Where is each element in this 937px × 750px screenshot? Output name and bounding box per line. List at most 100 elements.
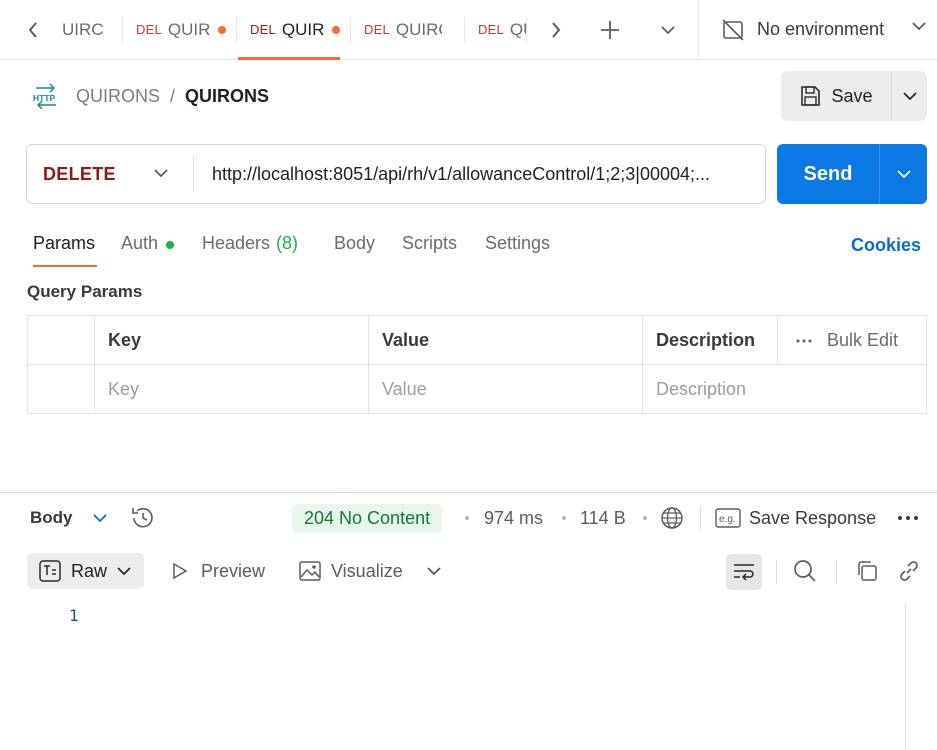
response-time[interactable]: 974 ms bbox=[484, 500, 543, 536]
history-icon bbox=[132, 507, 153, 528]
tab-settings-label: Settings bbox=[485, 233, 551, 253]
response-toolbar: Body 204 No Content 974 ms 114 B e.g. Sa… bbox=[0, 500, 937, 536]
send-button[interactable]: Send bbox=[777, 144, 879, 204]
response-history-button[interactable] bbox=[130, 500, 156, 536]
auth-status-dot-icon bbox=[166, 241, 175, 249]
send-options-button[interactable] bbox=[879, 144, 927, 204]
unsaved-dot-icon bbox=[218, 25, 227, 34]
wrap-lines-icon bbox=[734, 564, 754, 581]
globe-icon bbox=[661, 507, 683, 529]
raw-format-selector[interactable]: Raw bbox=[27, 553, 144, 589]
image-icon bbox=[299, 561, 321, 581]
search-icon bbox=[794, 560, 816, 582]
request-tab-3[interactable]: DEL QUIR bbox=[250, 0, 348, 59]
chevron-down-icon bbox=[154, 169, 168, 178]
tab-headers-label: Headers bbox=[202, 233, 271, 253]
response-body-selector[interactable]: Body bbox=[30, 500, 107, 536]
column-header-description: Description bbox=[656, 330, 756, 350]
status-badge[interactable]: 204 No Content bbox=[292, 503, 443, 533]
request-tab-4[interactable]: DEL QUIRC bbox=[364, 0, 442, 59]
unsaved-dot-icon bbox=[332, 25, 341, 34]
tab-method: DEL bbox=[250, 22, 276, 37]
tab-body-label: Body bbox=[334, 233, 376, 253]
table-header-row: Key Value Description Bulk Edit bbox=[28, 316, 926, 365]
breadcrumb-collection[interactable]: QUIRONS bbox=[76, 86, 160, 107]
line-number: 1 bbox=[69, 606, 79, 625]
wrap-lines-toggle[interactable] bbox=[726, 554, 762, 590]
breadcrumb-request-name[interactable]: QUIRONS bbox=[185, 86, 269, 107]
chevron-right-icon bbox=[552, 21, 561, 38]
tab-list-dropdown-button[interactable] bbox=[644, 0, 692, 59]
response-view-toolbar: Raw Preview Visualize bbox=[0, 553, 937, 591]
copy-response-button[interactable] bbox=[855, 553, 879, 589]
save-options-button[interactable] bbox=[891, 71, 927, 121]
tab-headers[interactable]: Headers (8) bbox=[202, 233, 298, 273]
editor-scrollbar[interactable] bbox=[905, 602, 906, 750]
search-response-button[interactable] bbox=[793, 553, 817, 589]
response-size[interactable]: 114 B bbox=[580, 500, 626, 536]
tab-settings[interactable]: Settings bbox=[485, 233, 550, 273]
method-label: DELETE bbox=[43, 163, 116, 184]
chevron-down-icon bbox=[117, 567, 131, 576]
environment-selector[interactable]: No environment bbox=[698, 0, 937, 59]
save-response-button[interactable]: e.g. Save Response bbox=[715, 500, 876, 536]
breadcrumb-separator: / bbox=[170, 85, 176, 106]
query-params-table: Key Value Description Bulk Edit Key Valu… bbox=[27, 315, 927, 414]
tab-scripts[interactable]: Scripts bbox=[402, 233, 457, 273]
new-tab-button[interactable] bbox=[586, 0, 634, 59]
link-icon bbox=[900, 561, 918, 581]
param-description-input[interactable]: Description bbox=[643, 365, 926, 414]
url-input[interactable]: http://localhost:8051/api/rh/v1/allowanc… bbox=[194, 164, 765, 185]
cookies-link[interactable]: Cookies bbox=[851, 235, 921, 256]
scroll-tabs-left-button[interactable] bbox=[10, 0, 56, 59]
tab-bar: UIRC DEL QUIR DEL QUIR DEL QUIRC DEL QU … bbox=[0, 0, 937, 60]
column-header-value: Value bbox=[382, 330, 430, 350]
request-tab-1[interactable]: UIRC bbox=[62, 0, 120, 59]
request-tab-5[interactable]: DEL QU bbox=[478, 0, 526, 59]
active-tab-indicator bbox=[238, 57, 340, 60]
response-body-editor[interactable]: 1 bbox=[0, 600, 937, 750]
http-icon-label: HTTP bbox=[33, 93, 56, 103]
request-tab-2[interactable]: DEL QUIR bbox=[136, 0, 234, 59]
save-button[interactable]: Save bbox=[781, 71, 891, 121]
tab-title: QUIR bbox=[281, 19, 325, 39]
method-selector[interactable]: DELETE bbox=[27, 145, 193, 203]
plus-icon bbox=[601, 20, 619, 39]
tab-method: DEL bbox=[136, 22, 162, 37]
chevron-down-icon bbox=[896, 170, 911, 179]
active-tab-indicator bbox=[33, 265, 97, 267]
save-response-label: Save Response bbox=[749, 507, 877, 528]
status-badge-wrap: 204 No Content bbox=[292, 500, 443, 536]
visualize-button[interactable]: Visualize bbox=[299, 553, 441, 589]
chevron-down-icon bbox=[427, 567, 441, 576]
more-horizontal-icon bbox=[898, 516, 918, 520]
no-environment-icon bbox=[722, 18, 744, 41]
headers-count: (8) bbox=[276, 233, 299, 253]
tab-auth[interactable]: Auth bbox=[121, 233, 175, 273]
text-format-icon bbox=[39, 560, 61, 582]
param-value-input[interactable]: Value bbox=[369, 365, 643, 414]
scroll-tabs-right-button[interactable] bbox=[534, 0, 578, 59]
preview-button[interactable]: Preview bbox=[172, 553, 265, 589]
tab-title: QUIR bbox=[167, 19, 211, 39]
tab-body[interactable]: Body bbox=[334, 233, 375, 273]
visualize-label: Visualize bbox=[331, 560, 403, 581]
copy-link-button[interactable] bbox=[897, 553, 921, 589]
network-info-button[interactable] bbox=[660, 500, 684, 536]
request-url-bar: DELETE http://localhost:8051/api/rh/v1/a… bbox=[26, 144, 766, 204]
tab-title: UIRC bbox=[62, 19, 104, 39]
environment-label: No environment bbox=[757, 19, 885, 39]
http-icon: HTTP bbox=[33, 83, 56, 109]
chevron-left-icon bbox=[28, 21, 37, 38]
more-horizontal-icon bbox=[796, 338, 812, 343]
copy-icon bbox=[858, 561, 877, 581]
response-pane-divider[interactable] bbox=[0, 492, 937, 493]
tab-params-label: Params bbox=[33, 233, 96, 253]
svg-text:e.g.: e.g. bbox=[719, 514, 736, 525]
tab-method: DEL bbox=[478, 22, 504, 37]
breadcrumb: HTTP QUIRONS / QUIRONS bbox=[32, 72, 269, 120]
tab-params[interactable]: Params bbox=[33, 233, 95, 273]
response-more-button[interactable] bbox=[897, 500, 919, 536]
param-key-input[interactable]: Key bbox=[95, 365, 369, 414]
bulk-edit-button[interactable]: Bulk Edit bbox=[778, 316, 898, 365]
